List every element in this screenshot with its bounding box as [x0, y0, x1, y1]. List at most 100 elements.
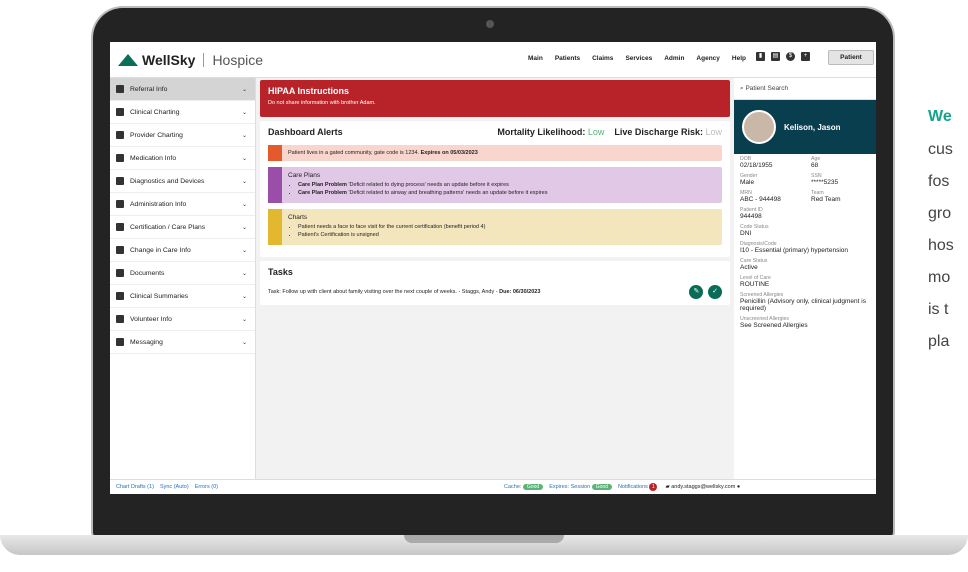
chevron-down-icon: ⌄: [241, 110, 247, 116]
field-care-status: Care Status Active: [734, 256, 876, 273]
notifications-link[interactable]: Notifications 1: [618, 483, 658, 491]
sidebar-item-label: Volunteer Info: [130, 315, 172, 323]
edit-icon[interactable]: ✎: [689, 285, 704, 299]
chart-drafts-link[interactable]: Chart Drafts (1): [116, 484, 154, 490]
field-screened-allergies: Screened Allergies Penicillin (Advisory o…: [734, 290, 876, 314]
status-bar: Chart Drafts (1) Sync (Auto) Errors (0) …: [110, 479, 876, 494]
sidebar-item-documents[interactable]: Documents ⌄: [110, 262, 255, 285]
patient-grid: DOB 02/18/1955 Age 68: [734, 154, 876, 171]
sidebar-item-volunteer-info[interactable]: Volunteer Info ⌄: [110, 308, 255, 331]
cache-status: Cache: Good: [504, 484, 544, 490]
message-icon: ▰: [665, 484, 670, 490]
logo: WellSky Hospice: [118, 52, 263, 68]
nav-main[interactable]: Main: [528, 55, 543, 62]
patient-header: Kelison, Jason: [734, 100, 876, 154]
field-diagnosis: Diagnosis/Code I10 - Essential (primary) …: [734, 239, 876, 256]
side-text-line: is t: [928, 301, 949, 318]
care-plan-icon: [268, 167, 282, 203]
laptop-notch: [404, 535, 564, 543]
sidebar-item-certification[interactable]: Certification / Care Plans ⌄: [110, 216, 255, 239]
chevron-down-icon: ⌄: [241, 156, 247, 162]
field-value: See Screened Allergies: [740, 322, 808, 329]
task-due: Due: 06/30/2023: [499, 289, 541, 295]
charts-body: Charts Patient needs a face to face visi…: [282, 209, 722, 245]
chart-drafts-label: Chart Drafts: [116, 484, 146, 490]
chart-icon: [116, 223, 124, 231]
chevron-down-icon: ⌄: [241, 271, 247, 277]
patient-button[interactable]: Patient: [828, 50, 874, 65]
nav-help[interactable]: Help: [732, 55, 746, 62]
nav-agency[interactable]: Agency: [696, 55, 719, 62]
chart-drafts-count: 1: [149, 484, 153, 490]
field-value: ROUTINE: [740, 281, 770, 288]
sidebar-item-medication-info[interactable]: Medication Info ⌄: [110, 147, 255, 170]
field-value: Penicillin (Advisory only, clinical judg…: [740, 298, 866, 312]
list-item: Patient needs a face to face visit for t…: [298, 224, 716, 230]
side-text-line: gro: [928, 205, 952, 222]
chevron-down-icon: ⌄: [241, 317, 247, 323]
field-dob: DOB 02/18/1955: [734, 154, 805, 171]
discharge-value: Low: [705, 127, 722, 137]
sidebar-item-provider-charting[interactable]: Provider Charting ⌄: [110, 124, 255, 147]
alerts-title: Dashboard Alerts: [268, 127, 343, 137]
field-patient-id: Patient ID 944498: [734, 205, 876, 222]
check-icon[interactable]: ✓: [708, 285, 722, 299]
patient-grid: MRN ABC - 944498 Team Red Team: [734, 188, 876, 205]
sidebar-item-diagnostics[interactable]: Diagnostics and Devices ⌄: [110, 170, 255, 193]
nav-icons: ▮ ▤ $ +: [756, 52, 810, 61]
plus-icon[interactable]: +: [801, 52, 810, 61]
charts-title: Charts: [288, 214, 308, 221]
pill-icon: [116, 154, 124, 162]
chevron-down-icon: ⌄: [241, 179, 247, 185]
alerts-header: Dashboard Alerts Mortality Likelihood: L…: [268, 127, 722, 137]
nav-admin[interactable]: Admin: [664, 55, 684, 62]
nav-claims[interactable]: Claims: [592, 55, 613, 62]
side-text-line: We: [928, 108, 952, 125]
app-screen: WellSky Hospice Main Patients Claims Ser…: [110, 42, 876, 494]
mortality-value: Low: [587, 127, 605, 137]
message-icon: [116, 338, 124, 346]
risk-indicators: Mortality Likelihood: Low Live Discharge…: [497, 127, 722, 137]
sidebar-item-label: Medication Info: [130, 154, 177, 162]
user-menu[interactable]: ▰ andy.staggs@wellsky.com ●: [665, 484, 740, 490]
clipboard-icon: [116, 85, 124, 93]
field-code-status: Code Status DNI: [734, 222, 876, 239]
main-content: HIPAA Instructions Do not share informat…: [260, 80, 730, 490]
clipboard-icon: [116, 108, 124, 116]
sync-value: Auto: [175, 484, 187, 490]
sidebar-item-label: Administration Info: [130, 200, 187, 208]
sidebar-item-clinical-summaries[interactable]: Clinical Summaries ⌄: [110, 285, 255, 308]
patient-search[interactable]: ⌕ Patient Search: [734, 78, 876, 100]
list-item: Patient's Certification is unsigned: [298, 232, 716, 238]
sidebar: Referral Info ⌄ Clinical Charting ⌄ Provid…: [110, 78, 256, 494]
sidebar-item-administration[interactable]: Administration Info ⌄: [110, 193, 255, 216]
gate-alert: Patient lives in a gated community, gate…: [268, 145, 722, 161]
calendar-icon[interactable]: ▤: [771, 52, 780, 61]
field-value: 944498: [740, 213, 762, 220]
patient-panel: ⌕ Patient Search Kelison, Jason DOB 02/18…: [734, 78, 876, 494]
sidebar-item-messaging[interactable]: Messaging ⌄: [110, 331, 255, 354]
document-icon: [116, 269, 124, 277]
errors-link[interactable]: Errors (0): [195, 484, 218, 490]
side-text-line: cus: [928, 141, 953, 158]
sidebar-item-label: Diagnostics and Devices: [130, 177, 205, 185]
brand-name: WellSky: [142, 52, 196, 68]
sidebar-item-label: Clinical Charting: [130, 108, 180, 116]
sidebar-item-change-in-care[interactable]: Change in Care Info ⌄: [110, 239, 255, 262]
sidebar-item-label: Clinical Summaries: [130, 292, 189, 300]
sidebar-item-label: Messaging: [130, 338, 163, 346]
sidebar-item-referral-info[interactable]: Referral Info ⌄: [110, 78, 255, 101]
search-icon: ⌕: [740, 85, 744, 92]
patient-search-input[interactable]: Patient Search: [745, 85, 788, 92]
sync-link[interactable]: Sync (Auto): [160, 484, 189, 490]
people-icon: [116, 200, 124, 208]
warning-icon: [268, 145, 282, 161]
nav-patients[interactable]: Patients: [555, 55, 580, 62]
side-text-line: mo: [928, 269, 951, 286]
list-item: Care Plan Problem 'Deficit related to dy…: [298, 182, 716, 188]
chart-icon[interactable]: ▮: [756, 52, 765, 61]
dollar-icon[interactable]: $: [786, 52, 795, 61]
sidebar-item-clinical-charting[interactable]: Clinical Charting ⌄: [110, 101, 255, 124]
nav-services[interactable]: Services: [625, 55, 652, 62]
discharge-label: Live Discharge Risk:: [614, 127, 703, 137]
